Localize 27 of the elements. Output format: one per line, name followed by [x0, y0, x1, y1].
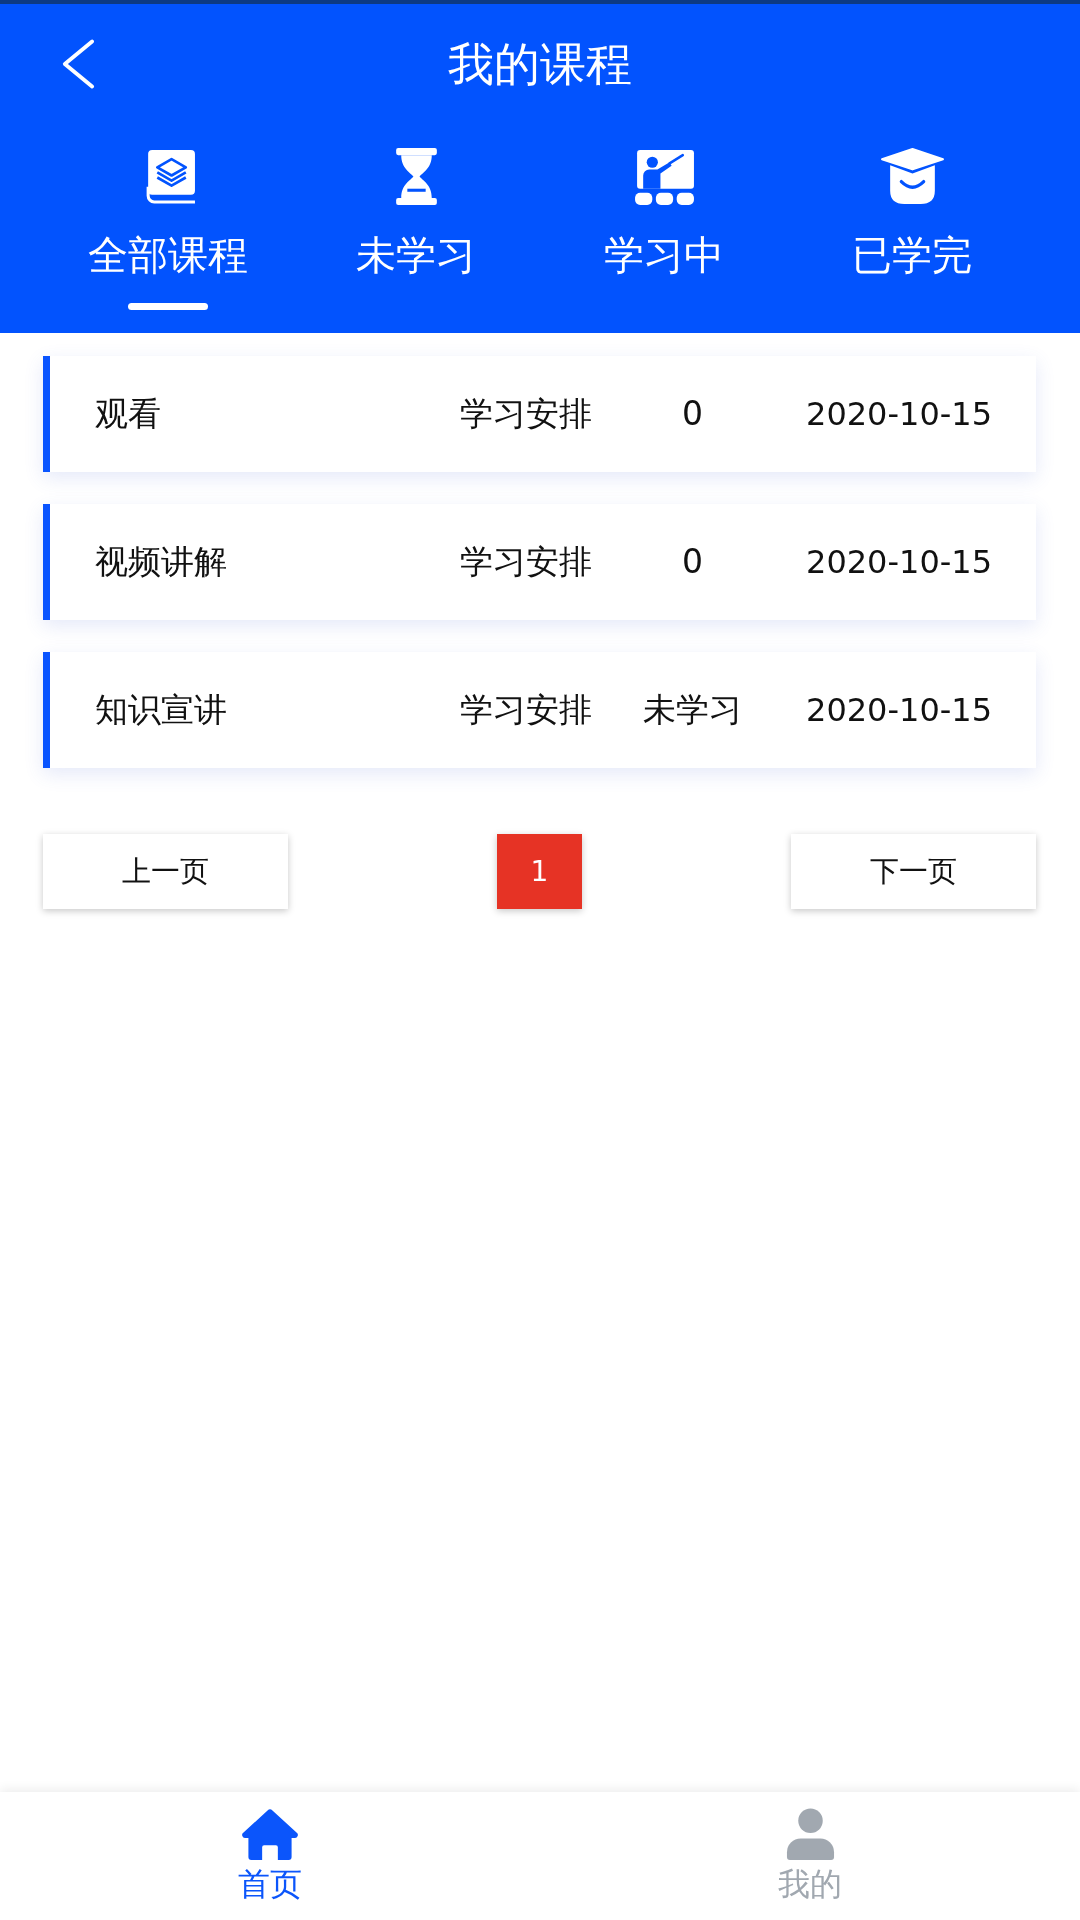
arrangement-text: 学习安排: [460, 394, 593, 434]
date-text: 2020-10-15: [806, 394, 992, 434]
course-name: 视频讲解: [95, 542, 227, 582]
page-number-button[interactable]: 1: [497, 834, 582, 909]
course-card[interactable]: 知识宣讲 学习安排 未学习 2020-10-15: [43, 652, 1036, 768]
page-title: 我的课程: [448, 37, 632, 91]
home-icon: [240, 1808, 300, 1861]
date-text: 2020-10-15: [806, 690, 992, 730]
graduation-cap-icon: [879, 148, 945, 205]
nav-item[interactable]: 首页: [238, 1792, 302, 1902]
tab[interactable]: 全部课程: [44, 148, 292, 310]
tab[interactable]: 未学习: [292, 148, 540, 310]
date-text: 2020-10-15: [806, 542, 992, 582]
status-text: 未学习: [643, 690, 743, 729]
course-card[interactable]: 视频讲解 学习安排 0 2020-10-15: [43, 504, 1036, 620]
course-card[interactable]: 观看 学习安排 0 2020-10-15: [43, 356, 1036, 472]
tab[interactable]: 已学完: [788, 148, 1036, 310]
status-text: 0: [682, 394, 704, 433]
person-icon: [784, 1808, 836, 1861]
prev-page-button[interactable]: 上一页: [43, 834, 288, 909]
status-text: 0: [682, 542, 704, 581]
arrangement-text: 学习安排: [460, 542, 593, 582]
next-page-button[interactable]: 下一页: [791, 834, 1036, 909]
course-name: 观看: [95, 394, 161, 434]
course-name: 知识宣讲: [95, 690, 227, 730]
arrangement-text: 学习安排: [460, 690, 593, 730]
tab[interactable]: 学习中: [540, 148, 788, 310]
